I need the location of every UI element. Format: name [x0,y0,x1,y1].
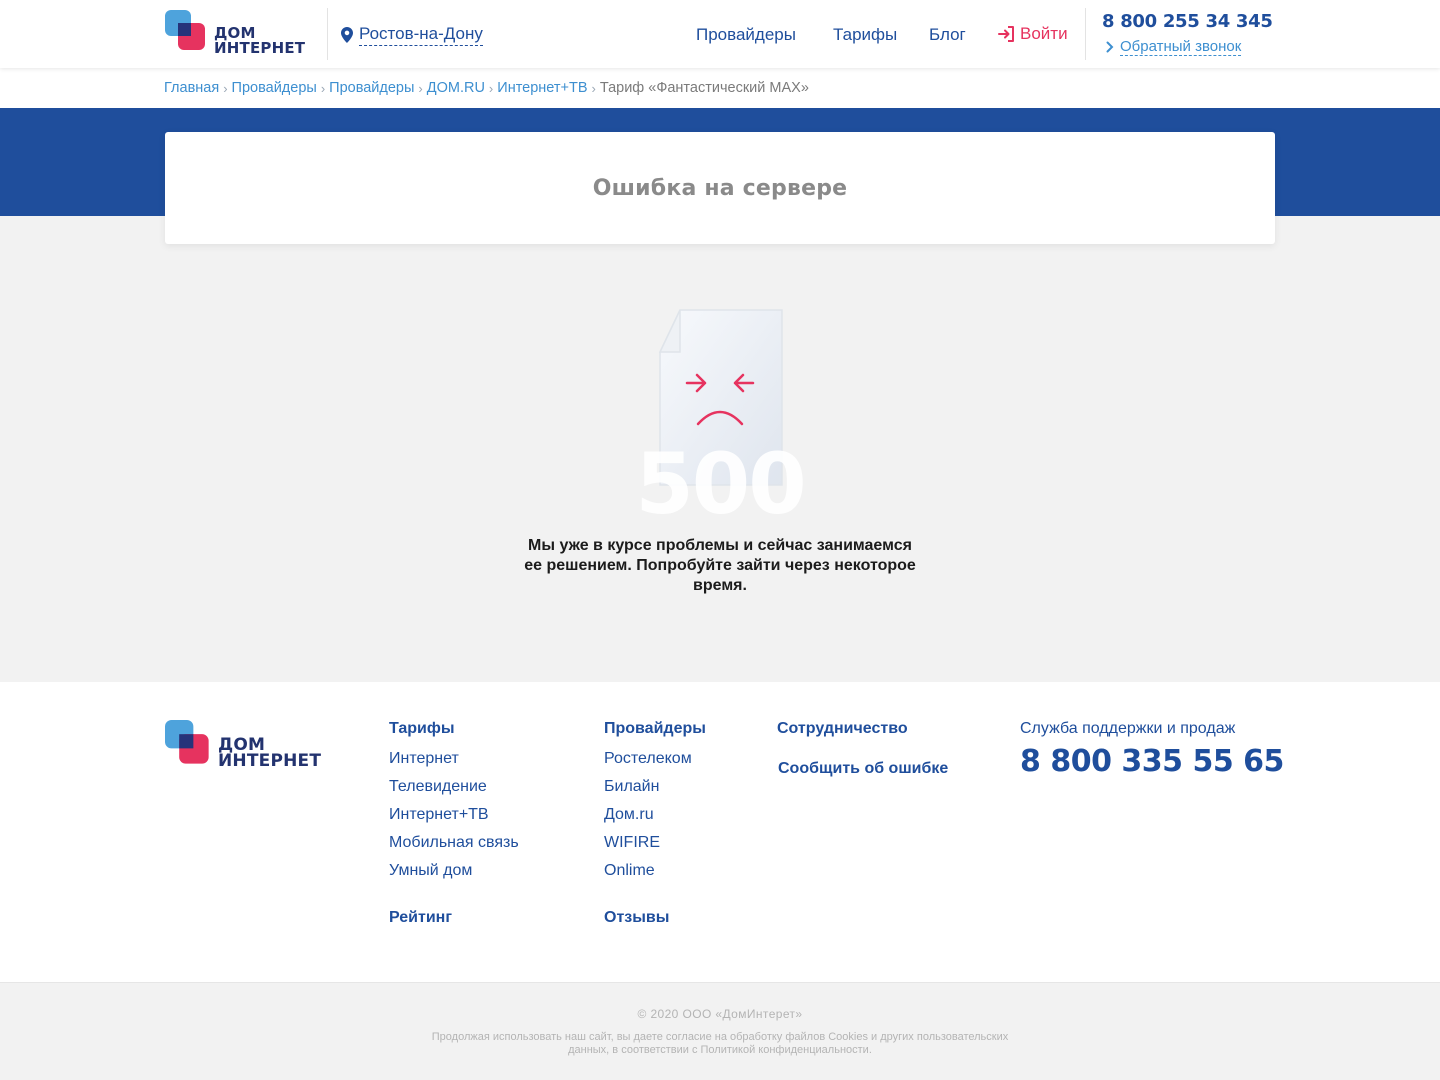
footer-heading-providers[interactable]: Провайдеры [604,720,706,742]
footer-link[interactable]: Интернет+ТВ [389,804,519,826]
site-footer: ДОМ ИНТЕРНЕТ Тарифы Интернет Телевидение… [0,682,1440,982]
nav-tariffs[interactable]: Тарифы [833,25,897,45]
footer-link[interactable]: Ростелеком [604,748,706,770]
login-label: Войти [1020,24,1068,43]
error-code: 500 [635,435,804,530]
logo-line-2: ИНТЕРНЕТ [218,751,322,771]
login-button[interactable]: Войти [998,24,1068,44]
support-phone[interactable]: 8 800 335 55 65 [1020,744,1284,779]
location-pin-icon [341,27,353,43]
copyright-text: © 2020 ООО «ДомИнтерет» [637,1007,803,1021]
header-phone[interactable]: 8 800 255 34 345 [1102,11,1273,32]
error-message: Мы уже в курсе проблемы и сейчас занимае… [524,537,916,594]
footer-heading-reviews[interactable]: Отзывы [604,909,669,927]
footer-link[interactable]: Телевидение [389,776,519,798]
callback-label: Обратный звонок [1120,38,1242,56]
breadcrumb: Главная › Провайдеры › Провайдеры › ДОМ.… [164,80,809,96]
footer-heading-tariffs[interactable]: Тарифы [389,720,519,742]
footer-col-tariffs: Тарифы Интернет Телевидение Интернет+ТВ … [389,720,519,882]
city-name: Ростов-на-Дону [359,24,483,46]
breadcrumb-bar: Главная › Провайдеры › Провайдеры › ДОМ.… [0,68,1440,108]
footer-link[interactable]: Дом.ru [604,804,706,826]
chevron-right-icon: › [488,80,494,96]
callback-link[interactable]: Обратный звонок [1106,38,1242,56]
header-divider [1085,8,1086,60]
support-title: Служба поддержки и продаж [1020,720,1236,737]
login-icon [998,26,1014,42]
city-selector[interactable]: Ростов-на-Дону [341,24,483,46]
chevron-right-icon: › [418,80,423,96]
site-header: ДОМ ИНТЕРНЕТ Ростов-на-Дону Провайдеры Т… [0,0,1440,68]
footer-link[interactable]: Умный дом [389,860,519,882]
breadcrumb-item[interactable]: Главная [164,80,219,96]
logo-wordmark: ДОМ ИНТЕРНЕТ [218,737,322,771]
footer-link[interactable]: Мобильная связь [389,832,519,854]
copyright-bar: © 2020 ООО «ДомИнтерет» Продолжая исполь… [0,982,1440,1080]
site-logo[interactable]: ДОМ ИНТЕРНЕТ [165,10,315,56]
footer-link[interactable]: Билайн [604,776,706,798]
header-divider [327,8,328,60]
breadcrumb-item[interactable]: Интернет+ТВ [497,80,587,96]
footer-link[interactable]: Onlime [604,860,706,882]
error-illustration: 500 [635,309,807,530]
footer-link-report-error[interactable]: Сообщить об ошибке [778,760,948,778]
logo-line-2: ИНТЕРНЕТ [214,39,306,57]
footer-logo[interactable]: ДОМ ИНТЕРНЕТ [165,720,335,770]
footer-col-providers: Провайдеры Ростелеком Билайн Дом.ru WIFI… [604,720,706,882]
breadcrumb-current: Тариф «Фантастический MAX» [599,80,809,96]
nav-blog[interactable]: Блог [929,25,966,45]
title-card: Ошибка на сервере [165,132,1275,244]
logo-icon [165,10,205,50]
nav-providers[interactable]: Провайдеры [696,25,796,45]
logo-wordmark: ДОМ ИНТЕРНЕТ [214,26,305,56]
chevron-right-icon: › [223,80,228,96]
chevron-right-icon: › [320,80,326,96]
cookie-notice: Продолжая использовать наш сайт, вы дает… [431,1031,1009,1056]
footer-link[interactable]: WIFIRE [604,832,706,854]
footer-heading-rating[interactable]: Рейтинг [389,909,452,927]
footer-link-cooperation[interactable]: Сотрудничество [777,720,908,738]
logo-icon [165,720,209,764]
page-title: Ошибка на сервере [592,175,848,201]
breadcrumb-item[interactable]: Провайдеры [329,80,414,96]
chevron-right-icon: › [591,80,596,96]
breadcrumb-item[interactable]: Провайдеры [232,80,317,96]
footer-link[interactable]: Интернет [389,748,519,770]
breadcrumb-item[interactable]: ДОМ.RU [427,80,485,96]
chevron-right-icon [1106,41,1114,53]
support-block: Служба поддержки и продаж 8 800 335 55 6… [1020,720,1284,779]
